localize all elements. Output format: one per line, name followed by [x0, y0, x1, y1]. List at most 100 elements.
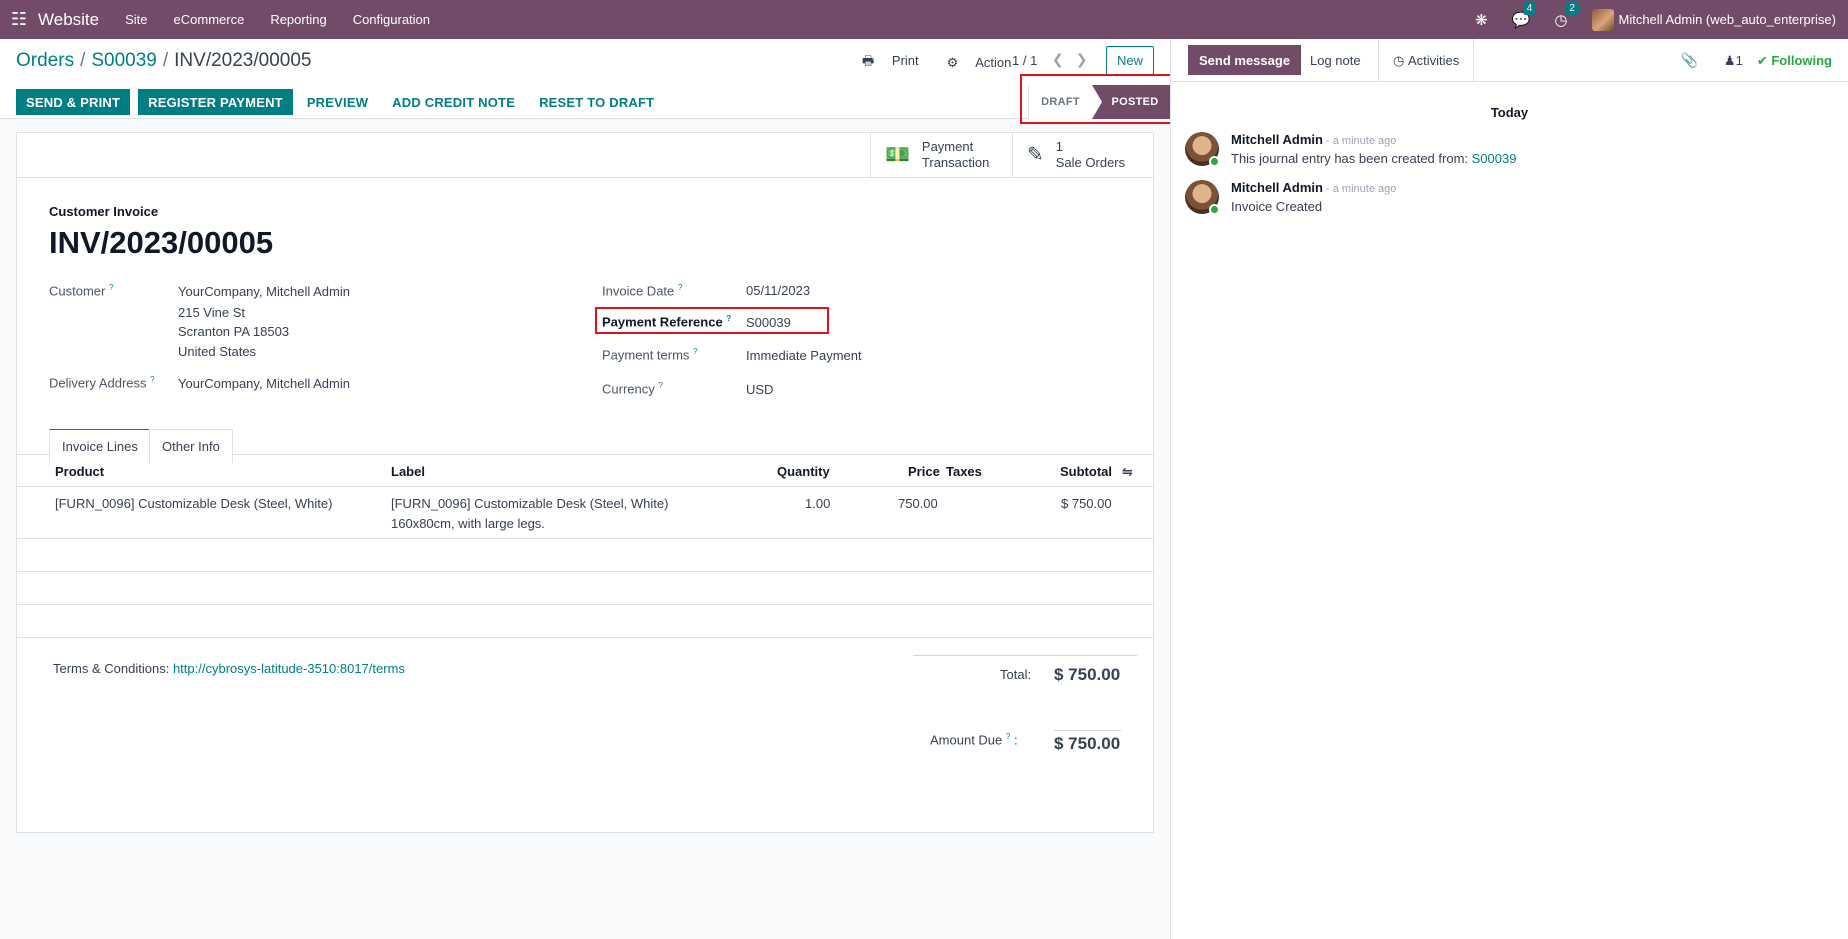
- clock-icon: ◷: [1393, 52, 1405, 68]
- terms-conditions: Terms & Conditions: http://cybrosys-lati…: [53, 661, 405, 676]
- payment-reference-label: Payment Reference ?: [602, 314, 732, 330]
- invoice-type-label: Customer Invoice: [49, 204, 159, 219]
- breadcrumb-sale-order[interactable]: S00039: [91, 50, 157, 71]
- send-message-button[interactable]: Send message: [1188, 45, 1302, 75]
- breadcrumb: Orders / S00039/INV/2023/00005: [16, 50, 312, 71]
- delivery-address-field[interactable]: YourCompany, Mitchell Admin: [178, 376, 350, 391]
- table-row-empty: [17, 572, 1153, 605]
- invoice-number: INV/2023/00005: [49, 225, 274, 260]
- delivery-address-label: Delivery Address ?: [49, 375, 155, 391]
- following-button[interactable]: ✔ Following: [1757, 53, 1832, 69]
- menu-configuration[interactable]: Configuration: [353, 12, 430, 27]
- attachment-icon[interactable]: 📎: [1680, 52, 1697, 69]
- online-status-icon: [1209, 204, 1220, 215]
- activities-badge: 2: [1565, 1, 1579, 15]
- row-product: [FURN_0096] Customizable Desk (Steel, Wh…: [55, 496, 333, 511]
- menu-site[interactable]: Site: [125, 12, 147, 27]
- sale-orders-button[interactable]: ✎ 1 Sale Orders: [1012, 133, 1154, 177]
- message-time: - a minute ago: [1322, 183, 1397, 195]
- message-body: Invoice Created: [1231, 199, 1323, 214]
- payment-transaction-button[interactable]: 💵 Payment Transaction: [870, 133, 1012, 177]
- user-menu[interactable]: Mitchell Admin (web_auto_enterprise): [1619, 12, 1837, 27]
- col-price[interactable]: Price: [908, 464, 940, 479]
- address-line-2: Scranton PA 18503: [178, 324, 290, 339]
- invoice-lines-header: Product Label Quantity Price Taxes Subto…: [17, 455, 1153, 487]
- check-icon: ✔: [1756, 52, 1768, 68]
- table-row[interactable]: [FURN_0096] Customizable Desk (Steel, Wh…: [17, 487, 1153, 539]
- currency-field[interactable]: USD: [746, 382, 773, 397]
- address-line-3: United States: [178, 344, 257, 359]
- status-draft[interactable]: DRAFT: [1028, 85, 1092, 119]
- status-bar: DRAFT POSTED: [1028, 85, 1172, 119]
- message-author[interactable]: Mitchell Admin: [1231, 132, 1323, 147]
- message-body: This journal entry has been created from…: [1231, 151, 1472, 166]
- total-value: $ 750.00: [1054, 665, 1121, 684]
- amount-due-label: Amount Due ? :: [930, 732, 1018, 748]
- col-quantity[interactable]: Quantity: [777, 464, 830, 479]
- control-panel: Orders / S00039/INV/2023/00005 🖶 Print ⚙ A…: [0, 39, 1172, 119]
- customer-label: Customer ?: [49, 283, 114, 299]
- customer-field[interactable]: YourCompany, Mitchell Admin: [178, 284, 350, 299]
- optional-columns-icon[interactable]: ⇋: [1122, 464, 1133, 480]
- invoice-form-sheet: 💵 Payment Transaction ✎ 1 Sale Orders Cust…: [16, 132, 1154, 833]
- top-navbar: ☷ Website Site eCommerce Reporting Confi…: [0, 0, 1848, 39]
- messages-badge: 4: [1522, 1, 1537, 15]
- preview-button[interactable]: PREVIEW: [295, 89, 380, 115]
- message-author[interactable]: Mitchell Admin: [1231, 180, 1323, 195]
- online-status-icon: [1209, 156, 1220, 167]
- edit-icon: ✎: [1027, 144, 1044, 166]
- chatter-panel: Send message Log note ◷ Activities 📎 ♟1 …: [1170, 39, 1848, 939]
- payment-terms-label: Payment terms ?: [602, 347, 698, 363]
- pager-prev-icon[interactable]: ❮: [1052, 51, 1076, 67]
- date-separator: Today: [1490, 105, 1529, 120]
- followers-button[interactable]: ♟1: [1724, 53, 1743, 69]
- messages-icon[interactable]: 💬 4: [1512, 1, 1537, 29]
- print-button[interactable]: 🖶 Print: [862, 52, 933, 74]
- printer-icon: 🖶: [862, 53, 875, 68]
- apps-menu-icon[interactable]: ☷: [0, 0, 38, 39]
- row-quantity: 1.00: [805, 496, 831, 511]
- currency-label: Currency ?: [602, 381, 663, 397]
- notebook-tabs: Invoice Lines Other Info: [17, 421, 1153, 463]
- table-row-empty: [17, 605, 1153, 638]
- menu-reporting[interactable]: Reporting: [270, 12, 326, 27]
- menu-ecommerce[interactable]: eCommerce: [174, 12, 245, 27]
- user-icon: ♟: [1723, 52, 1736, 68]
- row-subtotal: $ 750.00: [1061, 496, 1112, 511]
- activities-clock-icon[interactable]: ◷ 2: [1554, 1, 1579, 29]
- send-print-button[interactable]: SEND & PRINT: [16, 89, 131, 115]
- col-taxes[interactable]: Taxes: [946, 464, 982, 479]
- row-label-line1: [FURN_0096] Customizable Desk (Steel, Wh…: [391, 496, 669, 511]
- status-posted: POSTED: [1092, 85, 1172, 119]
- col-subtotal[interactable]: Subtotal: [1060, 464, 1112, 479]
- new-button[interactable]: New: [1106, 46, 1154, 75]
- invoice-date-label: Invoice Date ?: [602, 283, 683, 299]
- payment-reference-field[interactable]: S00039: [746, 315, 791, 330]
- breadcrumb-current: INV/2023/00005: [174, 50, 312, 71]
- terms-link[interactable]: http://cybrosys-latitude-3510:8017/terms: [173, 661, 405, 676]
- register-payment-button[interactable]: REGISTER PAYMENT: [138, 89, 293, 115]
- activities-button[interactable]: ◷ Activities: [1378, 39, 1475, 82]
- col-label[interactable]: Label: [391, 464, 425, 479]
- breadcrumb-orders[interactable]: Orders: [16, 50, 74, 71]
- row-label-line2: 160x80cm, with large legs.: [391, 516, 545, 531]
- add-credit-note-button[interactable]: ADD CREDIT NOTE: [380, 89, 527, 115]
- log-note-button[interactable]: Log note: [1299, 45, 1372, 75]
- address-line-1: 215 Vine St: [178, 305, 245, 320]
- debug-bug-icon[interactable]: ❋: [1475, 11, 1488, 29]
- payment-terms-field[interactable]: Immediate Payment: [746, 348, 862, 363]
- row-price: 750.00: [898, 496, 938, 511]
- pager-next-icon[interactable]: ❯: [1076, 51, 1100, 67]
- table-row-empty: [17, 539, 1153, 572]
- gear-icon: ⚙: [946, 55, 959, 70]
- app-name[interactable]: Website: [38, 10, 99, 30]
- col-product[interactable]: Product: [55, 464, 104, 479]
- money-icon: 💵: [885, 144, 910, 166]
- message-link[interactable]: S00039: [1472, 151, 1517, 166]
- user-avatar[interactable]: [1591, 8, 1614, 31]
- pager-value[interactable]: 1 / 1: [1012, 53, 1037, 68]
- reset-to-draft-button[interactable]: RESET TO DRAFT: [527, 89, 666, 115]
- invoice-date-field[interactable]: 05/11/2023: [746, 283, 810, 298]
- amount-due-value: $ 750.00: [1054, 734, 1121, 753]
- message-time: - a minute ago: [1322, 135, 1397, 147]
